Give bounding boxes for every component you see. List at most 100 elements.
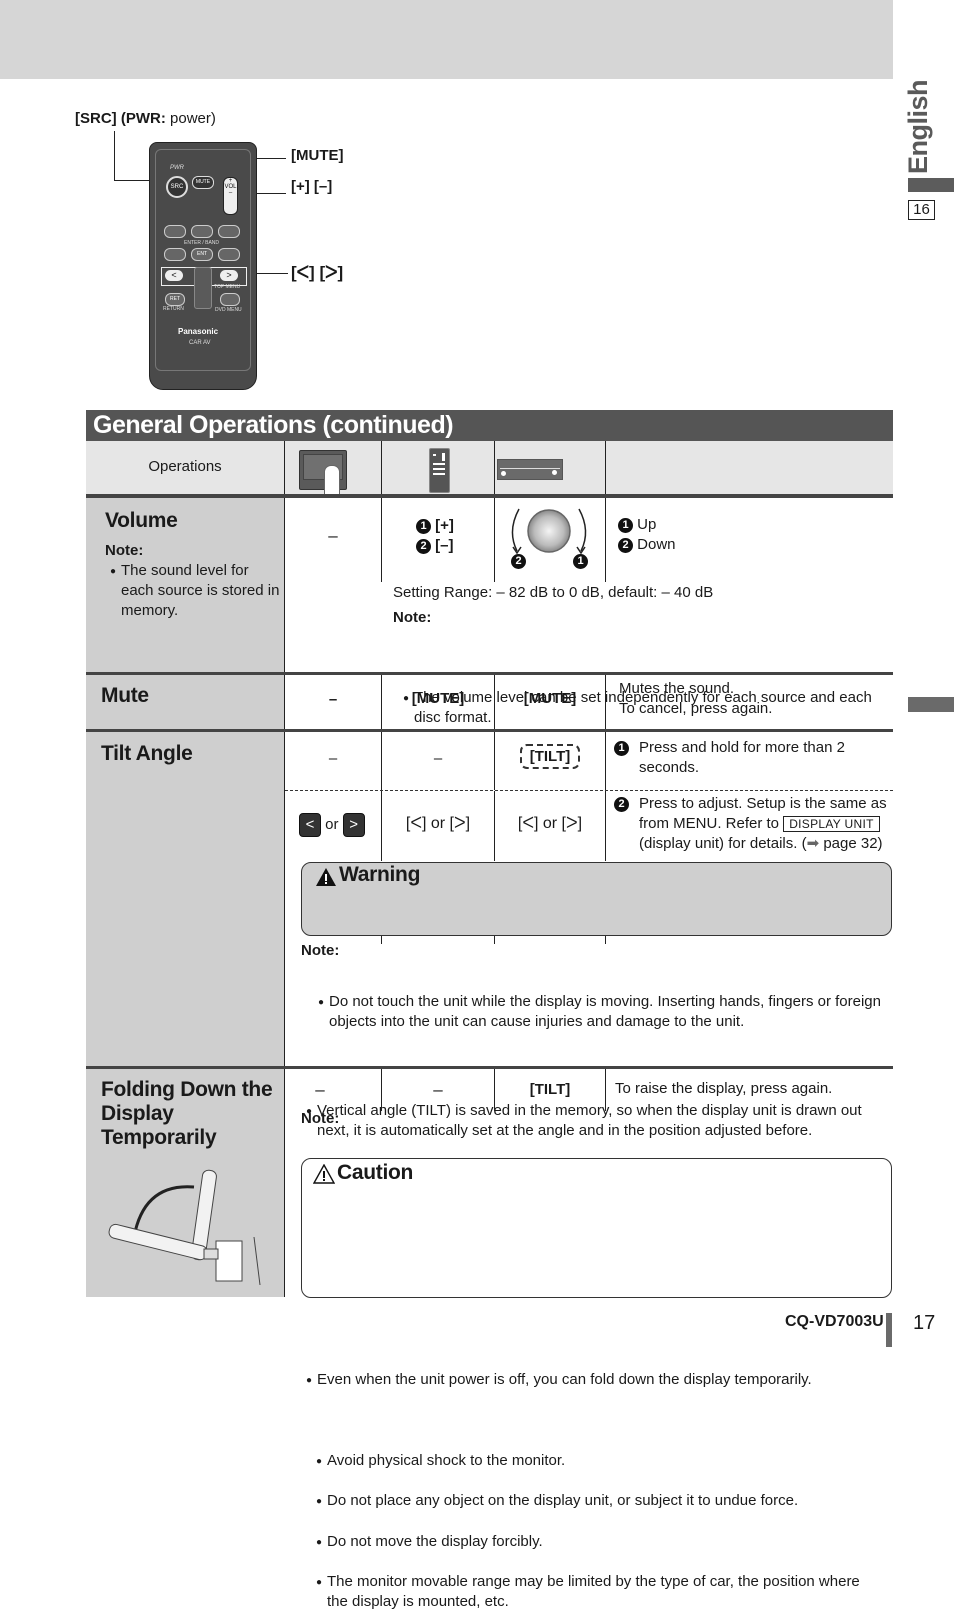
- warning-text: Do not touch the unit while the display …: [318, 992, 885, 1032]
- caution-icon: [313, 1164, 335, 1184]
- column-line: [494, 498, 495, 582]
- tilt-step2-touch: < or >: [299, 813, 365, 837]
- play-button[interactable]: [218, 225, 240, 238]
- volume-note-label: Note:: [105, 542, 144, 559]
- tilt-step1-desc: Press and hold for more than 2 seconds.: [639, 739, 845, 776]
- remote-control-image: PWR SRC MUTE + VOL – ENTER / BAND ENT < > …: [149, 142, 257, 390]
- ent-button[interactable]: ENT: [191, 248, 213, 261]
- fold-display-illustration: [108, 1169, 261, 1286]
- up-down-rocker[interactable]: [194, 267, 212, 309]
- row-title-volume: Volume: [105, 509, 178, 532]
- caution-item: Do not move the display forcibly.: [316, 1532, 883, 1553]
- caution-item: Do not place any object on the display u…: [316, 1491, 883, 1512]
- touch-left-key[interactable]: <: [299, 813, 321, 837]
- tilt-step1-unit: [TILT]: [495, 744, 605, 769]
- left-arrow-button[interactable]: <: [165, 270, 183, 281]
- page-number: 17: [913, 1312, 936, 1334]
- right-arrow-button[interactable]: >: [220, 270, 238, 281]
- divider: [86, 1066, 893, 1069]
- arrow-callout: [ᐸ] [ᐳ]: [291, 263, 344, 282]
- fold-note-label: Note:: [301, 1110, 340, 1127]
- column-line: [381, 936, 382, 944]
- return-label: RETURN: [163, 306, 184, 312]
- tab-marker-lower: [908, 697, 954, 712]
- volume-touch: –: [328, 526, 338, 545]
- column-line: [605, 675, 606, 729]
- row-title-fold: Folding Down the Display Temporarily: [101, 1078, 273, 1149]
- column-line: [605, 498, 606, 582]
- fold-touch: –: [315, 1080, 325, 1099]
- warning-icon: [316, 868, 336, 886]
- tilt-step1-remote: –: [433, 750, 443, 767]
- volume-desc-up: 1 Up: [618, 515, 656, 535]
- tilt-step1-touch: –: [328, 750, 338, 767]
- step1-marker: 1: [614, 738, 629, 758]
- prev-button[interactable]: [164, 248, 186, 261]
- column-line: [381, 498, 382, 582]
- tilt-note-1: Vertical angle (TILT) is saved in the me…: [306, 1101, 887, 1141]
- model-number: CQ-VD7003U: [785, 1313, 884, 1330]
- stop-button[interactable]: [164, 225, 186, 238]
- volume-desc-down: 2 Down: [618, 535, 676, 555]
- fold-note: Even when the unit power is off, you can…: [306, 1370, 887, 1391]
- caution-item: The monitor movable range may be limited…: [316, 1572, 883, 1612]
- volume-remote-minus: 2 [–]: [416, 536, 454, 556]
- vol-rocker[interactable]: + VOL –: [223, 177, 238, 215]
- volume-setting-range: Setting Range: – 82 dB to 0 dB, default:…: [393, 584, 714, 601]
- header-operations: Operations: [148, 458, 222, 475]
- dvd-menu-button[interactable]: [220, 293, 240, 306]
- remote-control-icon: [429, 448, 450, 493]
- mute-callout: [MUTE]: [291, 147, 344, 164]
- tilt-step2-unit: [ᐸ] or [ᐳ]: [517, 815, 583, 832]
- tilt-key: [TILT]: [519, 744, 581, 769]
- mute-remote: [MUTE]: [411, 690, 465, 707]
- dvd-menu-label: DVD MENU: [215, 307, 242, 313]
- tilt-step2-desc: Press to adjust. Setup is the same as fr…: [639, 795, 887, 852]
- volume-note: The sound level for each source is store…: [110, 561, 281, 621]
- column-line: [605, 732, 606, 790]
- warning-title: Warning: [339, 863, 421, 886]
- footer-bar: [886, 1313, 892, 1347]
- header-band: [0, 0, 893, 79]
- column-line: [605, 791, 606, 861]
- mute-button[interactable]: MUTE: [192, 176, 214, 189]
- fold-desc: To raise the display, press again.: [615, 1080, 833, 1097]
- mute-unit: [MUTE]: [523, 690, 577, 707]
- ret-button[interactable]: RET: [165, 293, 185, 306]
- head-unit-icon: [497, 459, 563, 480]
- column-line: [494, 936, 495, 944]
- divider: [86, 729, 893, 732]
- pause-button[interactable]: [191, 225, 213, 238]
- arrow-ccw: [511, 508, 520, 552]
- display-unit-label: DISPLAY UNIT: [783, 816, 880, 832]
- touch-right-key[interactable]: >: [342, 813, 365, 837]
- language-tab: English: [903, 80, 937, 174]
- fold-unit: [TILT]: [529, 1081, 571, 1098]
- arrow-right-icon: ➡: [806, 835, 820, 852]
- knob-marker-1: 1: [573, 553, 588, 571]
- src-button[interactable]: SRC: [166, 176, 188, 198]
- section-number: 16: [908, 200, 935, 220]
- top-menu-label: TOP MENU: [214, 284, 241, 290]
- divider: [86, 672, 893, 675]
- callout-line: [114, 131, 115, 181]
- enter-band-label: ENTER / BAND: [184, 240, 220, 246]
- language-label: English: [903, 79, 933, 174]
- column-line: [605, 441, 606, 494]
- brand-sub: CAR AV: [189, 340, 211, 346]
- caution-title: Caution: [337, 1161, 414, 1184]
- section-title: General Operations (continued): [86, 410, 893, 441]
- column-line: [284, 498, 285, 1297]
- brand-logo: Panasonic: [178, 327, 219, 336]
- row-title-mute: Mute: [101, 684, 149, 707]
- next-button[interactable]: [218, 248, 240, 261]
- vol-callout: [+] [–]: [291, 178, 333, 195]
- arrow-cw: [578, 508, 587, 552]
- column-line: [381, 441, 382, 494]
- touch-panel-icon: [299, 450, 347, 497]
- column-line: [605, 936, 606, 944]
- column-line: [605, 1069, 606, 1111]
- step2-marker: 2: [614, 794, 629, 814]
- step-divider: [285, 790, 893, 791]
- pwr-label: PWR: [170, 165, 184, 171]
